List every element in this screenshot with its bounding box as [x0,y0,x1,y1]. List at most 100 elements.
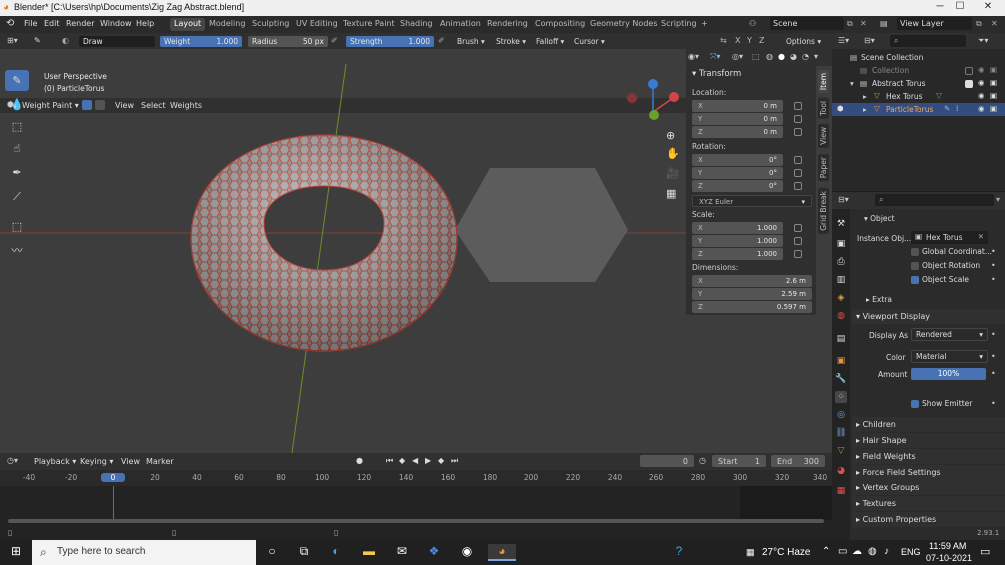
add-workspace-button[interactable]: + [697,18,712,31]
lock-icon[interactable] [794,115,802,123]
new-view-layer-icon[interactable]: ⧉ [976,19,982,29]
field-weights-section[interactable]: ▸ Field Weights [852,449,1005,464]
texture-tab-icon[interactable]: ▦ [835,485,847,497]
network-icon[interactable]: ◍ [868,546,877,557]
menu-file[interactable]: File [24,19,37,28]
outliner-row-particle-torus[interactable]: ⬢ ▸ ▽ ParticleTorus ✎ ⁞ ◉ ▣ [832,103,1005,116]
lock-icon[interactable] [794,237,802,245]
scale-x-field[interactable]: X 1.000 [692,222,783,234]
sample-weight-tool[interactable]: ✒ [5,162,29,183]
viewport-display-section[interactable]: ▾ Viewport Display [852,309,1005,324]
keyframe-dot[interactable]: • [991,275,996,284]
camera-icon[interactable]: ▣ [990,91,997,100]
lock-icon[interactable] [794,182,802,190]
gradient-tool[interactable]: ⟋ [5,186,29,207]
expand-arrow-icon[interactable]: ▸ [863,92,867,101]
shading-options-icon[interactable]: ▾ [814,52,818,61]
material-tab-icon[interactable]: ◕ [835,465,847,477]
navigation-gizmo[interactable] [627,79,679,120]
blender-taskbar-icon[interactable]: ◕ [488,544,516,561]
weight-slider[interactable]: Weight 1.000 [160,36,242,47]
global-coordinates-checkbox[interactable] [911,248,919,256]
new-scene-icon[interactable]: ⧉ [847,19,853,29]
ortho-grid-icon[interactable]: ▦ [666,187,676,200]
keyframe-dot[interactable]: • [991,352,996,361]
mirror-x-toggle[interactable]: X [735,36,740,45]
onedrive-icon[interactable]: ☁ [852,546,862,557]
show-emitter-checkbox[interactable] [911,400,919,408]
material-shading-icon[interactable]: ◕ [790,52,797,61]
outliner-editor-type-icon[interactable]: ☰▾ [838,36,849,45]
brush-menu[interactable]: Brush ▾ [457,37,485,46]
dimension-x-field[interactable]: X 2.6 m [692,275,812,287]
options-menu[interactable]: Options ▾ [786,37,821,46]
delete-scene-icon[interactable]: ✕ [860,19,867,28]
timeline-editor-type-icon[interactable]: ◷▾ [7,456,18,465]
tab-modeling[interactable]: Modeling [205,18,249,31]
lock-icon[interactable] [794,102,802,110]
stroke-menu[interactable]: Stroke ▾ [496,37,526,46]
outliner-row-abstract-torus[interactable]: ▾ ▤ Abstract Torus ◉ ▣ [832,77,1005,90]
play-reverse-icon[interactable]: ◀ [412,456,418,465]
tab-geometry-nodes[interactable]: Geometry Nodes [586,18,661,31]
scene-selector[interactable]: Scene [770,17,844,30]
clock-icon[interactable]: ◷ [699,456,706,465]
vertex-groups-section[interactable]: ▸ Vertex Groups [852,480,1005,495]
location-z-field[interactable]: Z0 m [692,126,783,138]
modifier-tab-icon[interactable]: 🔧 [835,373,847,385]
menu-edit[interactable]: Edit [44,19,60,28]
rotation-y-field[interactable]: Y 0° [692,167,783,179]
tab-item[interactable]: Item [818,70,829,94]
tab-layout[interactable]: Layout [170,18,206,31]
object-scale-checkbox[interactable] [911,276,919,284]
blender-menu-icon[interactable]: ⟲ [6,18,14,29]
file-explorer-icon[interactable]: ▬ [360,544,378,561]
rendered-shading-icon[interactable]: ◔ [802,52,809,61]
cursor-menu[interactable]: Cursor ▾ [574,37,605,46]
render-tab-icon[interactable]: ▣ [835,238,847,250]
jump-end-icon[interactable]: ⏭ [451,456,458,466]
blur-tool[interactable]: 💧 [5,94,29,115]
horizontal-scrollbar[interactable] [8,519,824,523]
mirror-y-toggle[interactable]: Y [747,36,752,45]
location-x-field[interactable]: X0 m [692,100,783,112]
display-mode-icon[interactable]: ⊟▾ [864,36,875,45]
playback-menu[interactable]: Playback ▾ [34,457,76,466]
tool-tab-icon[interactable]: ⚒ [835,218,847,230]
camera-icon[interactable]: ▣ [990,104,997,113]
tab-grid-break[interactable]: Grid Break [818,188,829,234]
annotate-line-tool[interactable]: 〰 [5,239,29,260]
hair-shape-section[interactable]: ▸ Hair Shape [852,433,1005,448]
timeline-editor[interactable]: ◷▾ Playback ▾ Keying ▾ View Marker ● ⏮ ◆… [0,453,832,540]
next-keyframe-icon[interactable]: ◆ [438,456,444,465]
draw-brush-tool[interactable]: ✎ [5,70,29,91]
help-icon[interactable]: ? [670,544,688,561]
zoom-icon[interactable]: ⊕ [666,129,675,142]
filter-icon[interactable]: ⏷▾ [978,36,988,46]
physics-tab-icon[interactable]: ◎ [835,409,847,421]
expand-arrow-icon[interactable]: ▸ [863,105,867,114]
tab-tool[interactable]: Tool [818,98,829,119]
tab-animation[interactable]: Animation [436,18,485,31]
rotation-x-field[interactable]: X 0° [692,154,783,166]
keyframe-dot[interactable]: • [991,369,996,378]
menu-help[interactable]: Help [136,19,154,28]
lock-icon[interactable] [794,156,802,164]
outliner-search-input[interactable]: ⌕ [890,35,966,47]
start-frame-field[interactable]: Start 1 [712,455,766,467]
clock-time[interactable]: 11:59 AM [929,541,966,551]
scale-y-field[interactable]: Y 1.000 [692,235,783,247]
object-tab-icon[interactable]: ▣ [835,355,847,367]
tab-shading[interactable]: Shading [396,18,437,31]
view-layer-tab-icon[interactable]: ▥ [835,274,847,286]
keyframe-dot[interactable]: • [991,330,996,339]
eye-icon[interactable]: ◉ [978,78,985,87]
edge-icon[interactable]: ◐ [327,544,345,561]
display-as-select[interactable]: Rendered ▾ [911,328,988,341]
keyframe-dot[interactable]: • [991,261,996,270]
tab-compositing[interactable]: Compositing [531,18,589,31]
notifications-icon[interactable]: ▭ [980,545,990,558]
pressure-icon[interactable]: ✐ [331,36,338,45]
instance-object-field[interactable]: ▣ Hex Torus ✕ [911,231,988,244]
rotation-mode-select[interactable]: XYZ Euler ▾ [692,195,812,207]
